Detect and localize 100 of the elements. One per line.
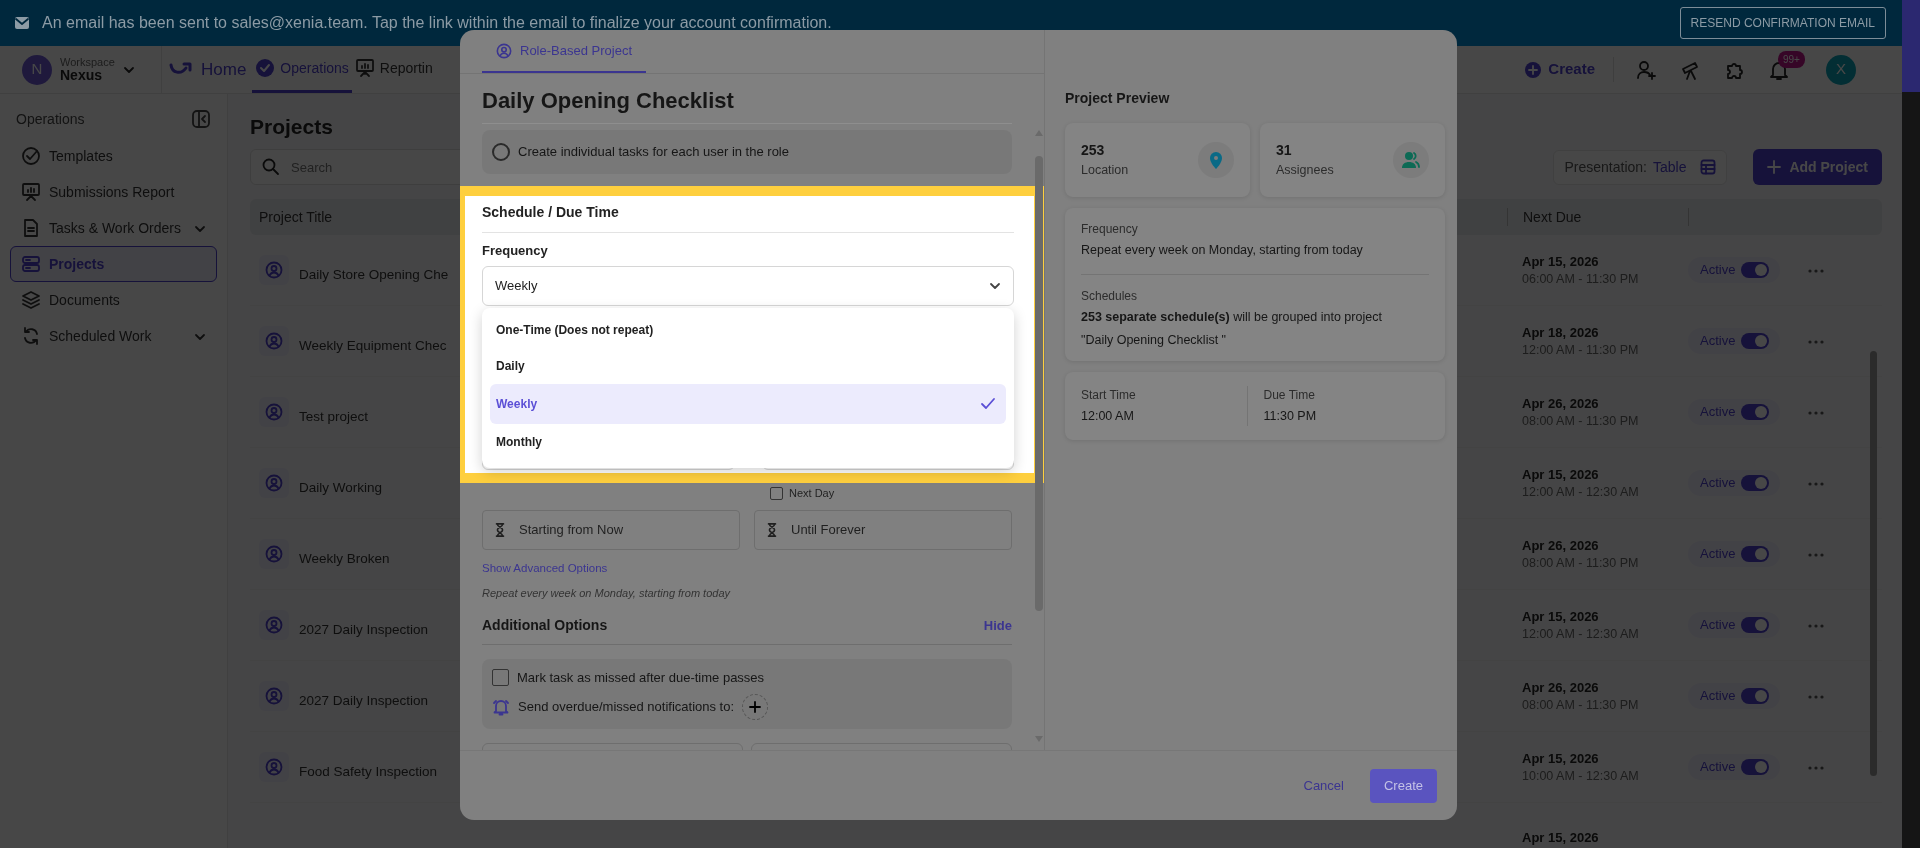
due-date: Apr 15, 2026 <box>1522 608 1600 626</box>
scrollbar[interactable] <box>1870 351 1877 776</box>
sidebar-item[interactable]: Scheduled Work <box>10 318 217 354</box>
chevron-down-icon <box>989 280 1001 292</box>
schedule-summary: Repeat every week on Monday, starting from today <box>482 585 732 601</box>
plus-icon <box>749 700 762 713</box>
checkbox[interactable] <box>770 486 783 500</box>
section-heading: Additional Options <box>482 616 608 635</box>
status-toggle[interactable] <box>1741 546 1770 563</box>
project-title[interactable]: Daily Store Opening Che <box>299 266 449 282</box>
stat-value: 253 <box>1081 141 1106 161</box>
alarm-bell-icon <box>492 697 510 716</box>
status-toggle[interactable] <box>1741 688 1770 705</box>
dialog-tab[interactable]: Role-Based Project <box>482 30 646 73</box>
due-date: Apr 26, 2026 <box>1522 395 1600 413</box>
resend-confirmation-button[interactable]: RESEND CONFIRMATION EMAIL <box>1679 7 1886 39</box>
hide-link[interactable]: Hide <box>983 615 1012 636</box>
frequency-select[interactable]: Weekly <box>482 266 1014 306</box>
status-toggle[interactable] <box>1741 404 1770 421</box>
radio-button[interactable] <box>492 142 510 161</box>
start-field[interactable]: Starting from Now <box>482 509 740 550</box>
project-title[interactable]: Daily Working <box>299 479 383 495</box>
search-icon <box>262 158 280 177</box>
preview-label: Start Time <box>1081 387 1137 405</box>
project-title[interactable]: Test project <box>299 408 369 424</box>
dropdown-option[interactable]: One-Time (Does not repeat) <box>490 311 1006 348</box>
due-date: Apr 26, 2026 <box>1522 679 1600 697</box>
nav-tab[interactable]: Reportin <box>351 46 436 93</box>
preview-label: Frequency <box>1081 221 1139 238</box>
notification-label: Send overdue/missed notifications to: <box>518 697 735 716</box>
plus-icon <box>1767 160 1782 175</box>
due-date: Apr 15, 2026 <box>1522 829 1600 847</box>
dropdown-option[interactable]: Monthly <box>490 423 1006 460</box>
section-heading: Schedule / Due Time <box>482 201 1014 233</box>
preview-value: 11:30 PM <box>1263 408 1318 426</box>
checkmark-icon <box>980 396 996 411</box>
hourglass-icon <box>493 520 507 539</box>
preview-value: 12:00 AM <box>1081 408 1135 426</box>
sidebar-item[interactable]: Documents <box>10 282 217 318</box>
preview-value: "Daily Opening Checklist " <box>1081 331 1228 349</box>
checkbox[interactable] <box>492 669 509 687</box>
user-circle-icon <box>265 686 283 705</box>
user-circle-icon <box>265 402 283 421</box>
preview-value: Repeat every week on Monday, starting from today <box>1081 242 1364 259</box>
preview-value: 253 separate schedule(s) will be grouped into project <box>1081 308 1383 326</box>
project-title[interactable]: Weekly Broken <box>299 550 390 566</box>
workspace-name[interactable]: Nexus <box>60 67 115 84</box>
add-user-icon[interactable] <box>1636 58 1658 81</box>
status-toggle[interactable] <box>1741 262 1770 279</box>
checkbox-label: Mark task as missed after due-time passes <box>517 669 765 687</box>
status-toggle[interactable] <box>1741 759 1770 776</box>
table-icon <box>1700 159 1717 176</box>
presentation-board-icon <box>354 58 375 78</box>
due-date: Apr 26, 2026 <box>1522 537 1600 555</box>
preview-label: Due Time <box>1263 387 1316 405</box>
project-title[interactable]: 2027 Daily Inspection <box>299 621 429 637</box>
plus-circle-icon <box>1524 60 1543 79</box>
project-name-title[interactable]: Daily Opening Checklist <box>482 84 1012 124</box>
user-circle-icon <box>496 42 512 59</box>
document-icon <box>21 218 41 238</box>
hourglass-icon <box>765 520 779 539</box>
user-circle-icon <box>265 473 283 492</box>
collapse-sidebar-icon[interactable] <box>191 109 211 129</box>
status-toggle[interactable] <box>1741 617 1770 634</box>
sidebar-item[interactable]: Tasks & Work Orders <box>10 210 217 246</box>
preview-heading: Project Preview <box>1065 89 1171 108</box>
stat-label: Assignees <box>1276 162 1334 180</box>
sidebar-item[interactable]: Submissions Report <box>10 174 217 210</box>
user-circle-icon <box>265 331 283 350</box>
advanced-options-link[interactable]: Show Advanced Options <box>482 559 608 577</box>
stat-label: Location <box>1081 162 1129 180</box>
create-button[interactable]: Create <box>1369 768 1437 803</box>
field-label: Frequency <box>482 241 549 260</box>
dropdown-option[interactable]: Daily <box>490 347 1006 384</box>
server-icon <box>21 254 41 274</box>
check-circle-icon <box>255 58 276 78</box>
location-pin-icon <box>1207 150 1225 170</box>
layers-icon <box>21 290 41 310</box>
project-title[interactable]: Food Safety Inspection <box>299 763 438 779</box>
due-date: Apr 15, 2026 <box>1522 253 1600 271</box>
status-toggle[interactable] <box>1741 475 1770 492</box>
presentation-board-icon <box>21 182 41 202</box>
user-circle-icon <box>265 757 283 776</box>
status-toggle[interactable] <box>1741 333 1770 350</box>
project-title[interactable]: Weekly Equipment Chec <box>299 337 447 353</box>
cancel-button[interactable]: Cancel <box>1297 774 1350 797</box>
refresh-icon <box>21 326 41 346</box>
user-circle-icon <box>265 260 283 279</box>
preview-label: Schedules <box>1081 287 1139 305</box>
dropdown-option[interactable]: Weekly <box>490 383 1006 424</box>
end-field[interactable]: Until Forever <box>754 509 1012 550</box>
banner-message: An email has been sent to sales@xenia.team. Tap the link within the email to finalize your account confirmation. <box>42 13 832 33</box>
user-circle-icon <box>265 544 283 563</box>
sidebar-item[interactable]: Templates <box>10 138 217 174</box>
project-title[interactable]: 2027 Daily Inspection <box>299 692 429 708</box>
scrollbar[interactable] <box>1035 156 1043 611</box>
user-avatar[interactable]: X <box>1826 54 1856 85</box>
user-circle-icon <box>265 615 283 634</box>
checkbox-label: Next Day <box>789 486 835 501</box>
due-date: Apr 15, 2026 <box>1522 750 1600 768</box>
